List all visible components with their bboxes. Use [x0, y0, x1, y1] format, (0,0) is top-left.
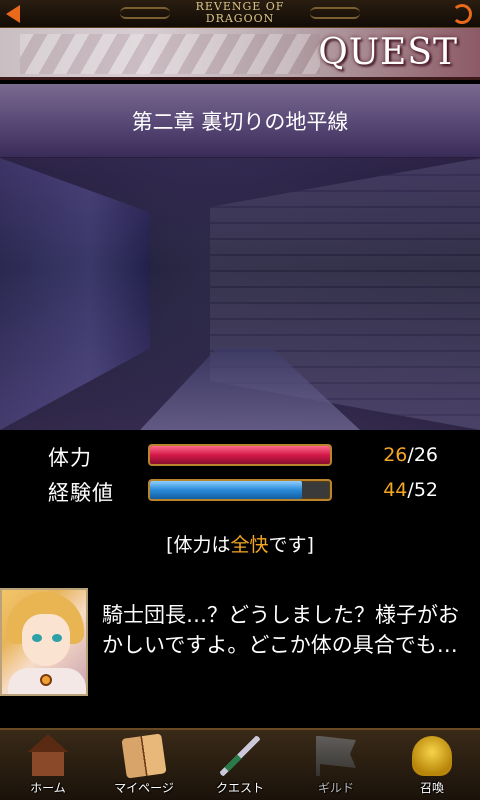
hp-label: 体力 — [48, 446, 92, 470]
summon-bell-icon — [412, 736, 452, 776]
book-icon — [121, 733, 167, 779]
stats-panel: 体力 26/26 経験値 44/52 [体力は全快です] — [0, 430, 480, 588]
nav-mypage[interactable]: マイページ — [96, 730, 192, 800]
nav-guild[interactable]: ギルド — [288, 730, 384, 800]
hp-bar-fill — [150, 446, 330, 464]
back-arrow-icon[interactable] — [6, 5, 20, 23]
nav-home-label: ホーム — [30, 781, 66, 795]
exp-row: 経験値 44/52 — [0, 475, 480, 507]
avatar-eye-right — [52, 634, 62, 642]
hp-bar — [148, 444, 332, 466]
avatar-face — [22, 614, 70, 666]
flag-icon — [316, 736, 356, 776]
nav-guild-label: ギルド — [317, 781, 354, 795]
refresh-icon[interactable] — [452, 4, 472, 24]
character-avatar — [0, 588, 88, 696]
logo-ornament-left — [120, 7, 170, 19]
exp-max: 52 — [413, 479, 438, 501]
dialogue-text: 騎士団長…？どうしました？様子がおかしいですよ。どこか体の具合でも… — [102, 603, 459, 657]
exp-current: 44 — [383, 479, 408, 501]
chapter-title: 第二章 裏切りの地平線 — [131, 110, 349, 134]
house-roof-icon — [28, 734, 68, 752]
exp-label: 経験値 — [48, 481, 114, 505]
exp-value: 44/52 — [383, 479, 438, 501]
hp-max: 26 — [413, 444, 438, 466]
nav-quest[interactable]: クエスト — [192, 730, 288, 800]
chapter-header: 第二章 裏切りの地平線 — [0, 84, 480, 158]
status-highlight: 全快 — [230, 534, 269, 556]
game-logo: REVENGE OF DRAGOON — [110, 1, 370, 27]
quest-scene-image[interactable] — [0, 158, 480, 430]
sword-icon — [220, 736, 260, 776]
nav-mypage-label: マイページ — [114, 781, 174, 795]
top-bar: REVENGE OF DRAGOON — [0, 0, 480, 28]
hp-current: 26 — [383, 444, 408, 466]
dialogue-box[interactable]: 騎士団長…？どうしました？様子がおかしいですよ。どこか体の具合でも… — [0, 588, 480, 728]
hp-value: 26/26 — [383, 444, 438, 466]
exp-bar-fill — [150, 481, 303, 499]
status-prefix: [体力は — [166, 534, 231, 556]
scene-glow — [0, 158, 480, 430]
nav-quest-label: クエスト — [215, 781, 264, 795]
avatar-gem — [40, 674, 52, 686]
exp-bar — [148, 479, 332, 501]
nav-summon[interactable]: 召喚 — [384, 730, 480, 800]
banner-decoration — [20, 34, 320, 74]
status-suffix: です] — [268, 534, 314, 556]
hp-row: 体力 26/26 — [0, 440, 480, 472]
nav-summon-label: 召喚 — [419, 781, 444, 795]
page-title: QUEST — [318, 32, 458, 73]
quest-banner: QUEST — [0, 28, 480, 80]
logo-ornament-right — [310, 7, 360, 19]
status-message: [体力は全快です] — [0, 530, 480, 557]
avatar-eye-left — [32, 634, 42, 642]
nav-home[interactable]: ホーム — [0, 730, 96, 800]
bottom-nav: ホーム マイページ クエスト ギルド 召喚 — [0, 728, 480, 800]
